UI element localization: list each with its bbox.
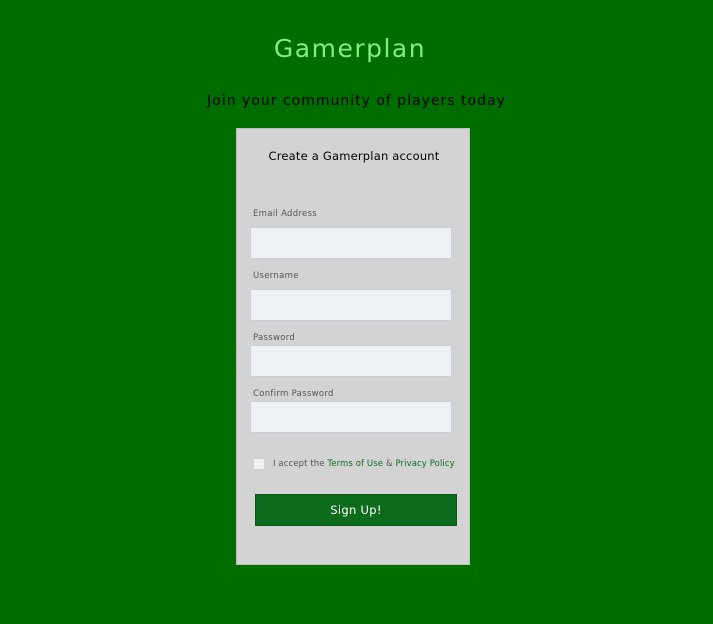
terms-text: I accept the Terms of Use & Privacy Poli… — [273, 459, 455, 469]
card-title: Create a Gamerplan account — [268, 149, 440, 163]
terms-checkbox[interactable] — [253, 458, 265, 470]
confirm-password-field[interactable] — [250, 401, 452, 433]
confirm-password-label: Confirm Password — [253, 389, 334, 399]
username-field[interactable] — [250, 289, 452, 321]
brand-title: Gamerplan — [273, 34, 427, 63]
email-field[interactable] — [250, 227, 452, 259]
password-label: Password — [253, 333, 296, 343]
terms-of-use-link[interactable]: Terms of Use — [327, 459, 383, 469]
terms-joiner: & — [383, 459, 396, 469]
sign-up-button[interactable]: Sign Up! — [255, 494, 457, 526]
email-label: Email Address — [253, 209, 318, 219]
tagline: Join your community of players today — [207, 93, 506, 109]
signup-card: Create a Gamerplan account Email Address… — [236, 128, 470, 565]
terms-row: I accept the Terms of Use & Privacy Poli… — [253, 458, 469, 472]
password-field[interactable] — [250, 345, 452, 377]
username-label: Username — [253, 271, 299, 281]
privacy-policy-link[interactable]: Privacy Policy — [395, 459, 454, 469]
terms-prefix: I accept the — [273, 459, 328, 469]
